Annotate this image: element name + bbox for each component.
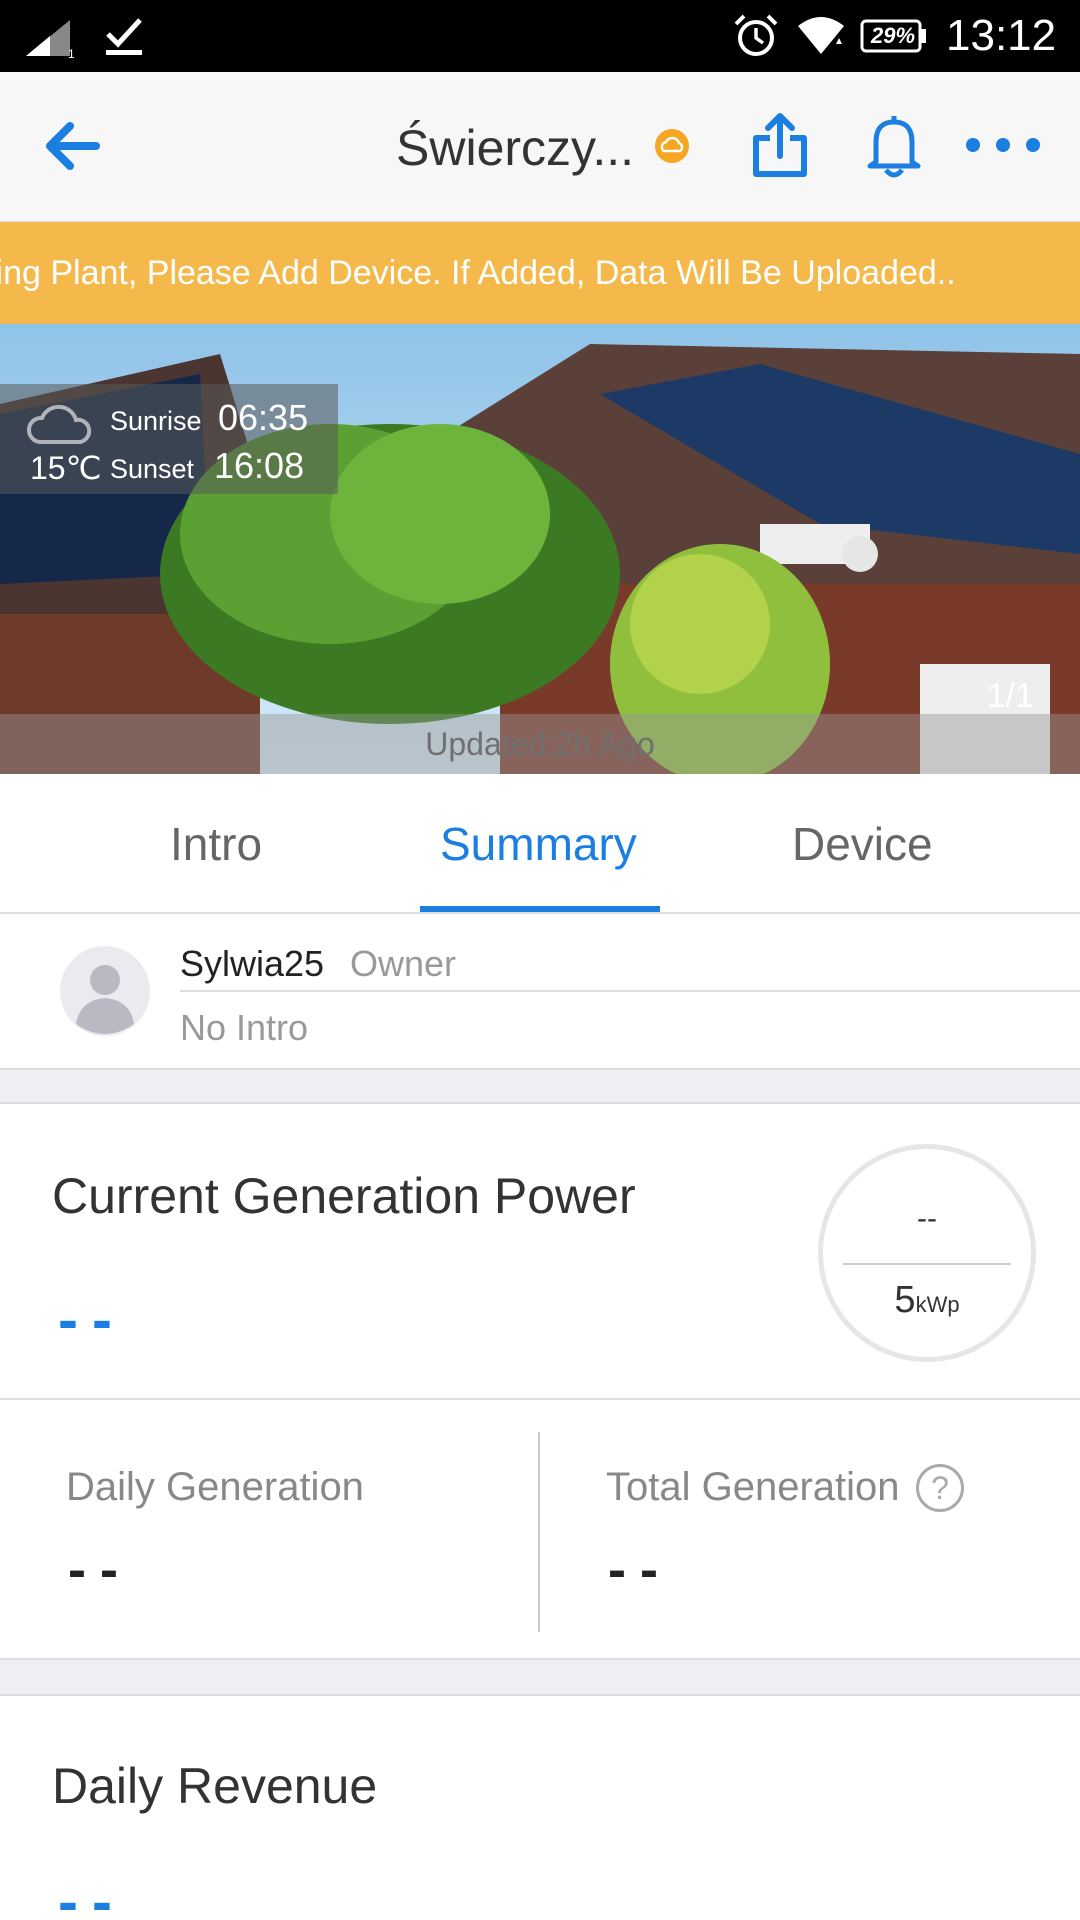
temperature: 15℃ — [30, 450, 102, 486]
help-icon[interactable]: ? — [916, 1464, 964, 1512]
daily-revenue-label: Daily Revenue — [52, 1758, 378, 1814]
active-tab-indicator — [420, 906, 660, 912]
clock: 13:12 — [946, 11, 1057, 60]
daily-generation-label: Daily Generation — [66, 1465, 364, 1509]
section-gap — [0, 1068, 1080, 1104]
sunset-time: 16:08 — [214, 445, 305, 486]
gauge-divider — [843, 1263, 1011, 1265]
svg-text:1: 1 — [68, 47, 75, 58]
updated-status: Updated:2h Ago — [0, 714, 1080, 774]
capacity-number: 5 — [894, 1279, 916, 1321]
notice-banner[interactable]: ling Plant, Please Add Device. If Added,… — [0, 222, 1080, 324]
sunrise-label: Sunrise — [110, 406, 202, 436]
sunrise-time: 06:35 — [218, 397, 309, 438]
share-icon[interactable] — [748, 112, 812, 180]
cloud-weather-icon — [27, 404, 92, 444]
more-icon[interactable] — [962, 130, 1044, 160]
divider — [180, 990, 1080, 992]
owner-row[interactable]: Sylwia25 Owner No Intro — [0, 914, 1080, 1068]
owner-role: Owner — [350, 943, 457, 984]
tab-device[interactable]: Device — [792, 814, 933, 874]
signal-icon: 1 — [26, 20, 75, 58]
tab-summary[interactable]: Summary — [440, 814, 637, 874]
total-generation-label: Total Generation — [606, 1465, 900, 1509]
current-power-value: -- — [58, 1286, 126, 1353]
bell-icon[interactable] — [862, 112, 926, 180]
section-gap — [0, 1658, 1080, 1696]
generation-stats: Daily Generation -- Total Generation ? -… — [0, 1400, 1080, 1658]
capacity-unit: kWp — [915, 1292, 960, 1317]
current-power-label: Current Generation Power — [52, 1168, 636, 1224]
total-generation-value: -- — [608, 1540, 672, 1600]
sunset-label: Sunset — [110, 454, 195, 484]
wifi-icon — [798, 17, 844, 54]
plant-photo[interactable]: 15℃ Sunrise 06:35 Sunset 16:08 1/1 Updat… — [0, 324, 1080, 774]
tab-intro[interactable]: Intro — [170, 814, 262, 874]
photo-counter: 1/1 — [986, 677, 1034, 715]
cloud-status-icon — [655, 129, 689, 163]
daily-generation-value: -- — [68, 1540, 132, 1600]
vertical-divider — [538, 1432, 540, 1632]
back-arrow-icon[interactable] — [40, 118, 104, 174]
current-power-card: Current Generation Power -- -- 5kWp — [0, 1104, 1080, 1400]
page-title: Świerczy... — [396, 120, 634, 176]
weather-panel: 15℃ Sunrise 06:35 Sunset 16:08 — [0, 384, 338, 494]
battery-percent: 29% — [870, 23, 916, 48]
owner-name: Sylwia25 — [180, 943, 325, 984]
app-header: Świerczy... — [0, 72, 1080, 222]
daily-revenue-value: -- — [58, 1868, 126, 1920]
alarm-icon — [734, 14, 778, 56]
owner-intro: No Intro — [180, 1007, 309, 1048]
gauge-value: -- — [917, 1202, 937, 1235]
installed-capacity: 5kWp — [823, 1277, 1031, 1323]
daily-revenue-card: Daily Revenue -- — [0, 1696, 1080, 1920]
capacity-gauge: -- 5kWp — [818, 1144, 1036, 1362]
tab-bar: Intro Summary Device — [0, 774, 1080, 914]
download-done-icon — [106, 18, 142, 55]
avatar — [60, 946, 150, 1036]
status-bar: 1 29% 13:12 — [0, 0, 1080, 72]
notice-text: ling Plant, Please Add Device. If Added,… — [0, 254, 956, 292]
